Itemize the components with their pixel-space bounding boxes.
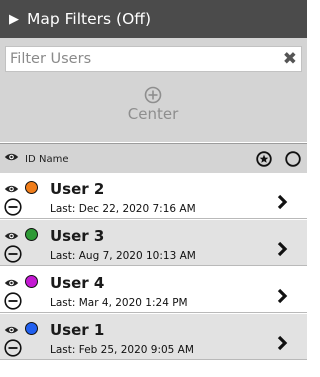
user-color-dot <box>25 275 38 288</box>
user-last-seen: Last: Feb 25, 2020 9:05 AM <box>50 344 194 356</box>
column-name-label[interactable]: Name <box>39 154 69 165</box>
filter-users-input[interactable] <box>6 51 270 67</box>
eye-icon[interactable] <box>4 231 19 241</box>
column-id-label: ID <box>25 154 36 165</box>
chevron-right-icon[interactable] <box>276 335 288 351</box>
chevron-right-icon[interactable] <box>276 288 288 304</box>
user-color-dot <box>25 228 38 241</box>
chevron-right-icon[interactable] <box>276 194 288 210</box>
eye-icon[interactable] <box>4 184 19 194</box>
eye-icon[interactable] <box>4 278 19 288</box>
eye-icon[interactable] <box>4 152 19 162</box>
user-name: User 1 <box>50 321 105 339</box>
remove-circle-icon[interactable] <box>4 245 22 263</box>
user-last-seen: Last: Aug 7, 2020 10:13 AM <box>50 250 196 262</box>
center-button[interactable]: Center <box>113 86 193 132</box>
eye-icon[interactable] <box>4 325 19 335</box>
user-row[interactable]: User 4 Last: Mar 4, 2020 1:24 PM <box>0 267 307 313</box>
filter-panel: ✖ Center <box>0 38 307 142</box>
user-color-dot <box>25 322 38 335</box>
user-row[interactable]: User 1 Last: Feb 25, 2020 9:05 AM <box>0 314 307 360</box>
user-color-dot <box>25 181 38 194</box>
circled-star-icon[interactable] <box>256 151 272 167</box>
remove-circle-icon[interactable] <box>4 339 22 357</box>
search-box: ✖ <box>5 46 302 72</box>
user-row[interactable]: User 2 Last: Dec 22, 2020 7:16 AM <box>0 173 307 219</box>
circle-icon[interactable] <box>285 151 301 167</box>
center-label: Center <box>127 105 179 123</box>
remove-circle-icon[interactable] <box>4 292 22 310</box>
close-icon[interactable]: ✖ <box>283 49 297 69</box>
user-name: User 2 <box>50 180 105 198</box>
user-last-seen: Last: Mar 4, 2020 1:24 PM <box>50 297 188 309</box>
user-row[interactable]: User 3 Last: Aug 7, 2020 10:13 AM <box>0 220 307 266</box>
column-header: ID Name <box>0 143 307 173</box>
chevron-right-icon[interactable] <box>276 241 288 257</box>
triangle-right-icon: ▶ <box>9 11 19 27</box>
user-name: User 4 <box>50 274 105 292</box>
user-name: User 3 <box>50 227 105 245</box>
circled-plus-icon <box>144 86 162 104</box>
remove-circle-icon[interactable] <box>4 198 22 216</box>
map-filters-header[interactable]: ▶ Map Filters (Off) <box>0 0 307 38</box>
header-title: Map Filters (Off) <box>27 10 151 28</box>
user-last-seen: Last: Dec 22, 2020 7:16 AM <box>50 203 196 215</box>
